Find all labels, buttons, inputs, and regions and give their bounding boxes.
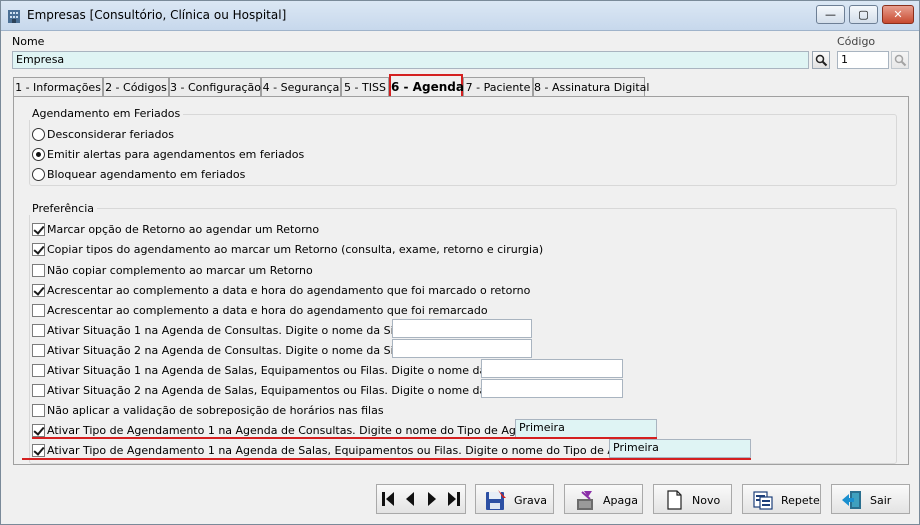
radio-label: Bloquear agendamento em feriados	[47, 168, 246, 181]
agenda-panel: Agendamento em Feriados Desconsiderar fe…	[13, 96, 909, 465]
checkbox-label: Copiar tipos do agendamento ao marcar um…	[47, 243, 544, 256]
title-bar: Empresas [Consultório, Clínica ou Hospit…	[1, 1, 919, 31]
previous-icon	[406, 492, 414, 506]
tab-seguranca[interactable]: 4 - Segurança	[261, 77, 341, 96]
checkbox[interactable]	[32, 424, 45, 437]
situacao-2-salas-input[interactable]	[481, 379, 623, 398]
tab-paciente[interactable]: 7 - Paciente	[463, 77, 533, 96]
window-title: Empresas [Consultório, Clínica ou Hospit…	[27, 8, 287, 22]
next-icon	[428, 492, 436, 506]
repete-label: Repete	[781, 494, 820, 507]
repete-button[interactable]: Repete	[742, 484, 821, 514]
last-icon	[448, 492, 460, 506]
nome-field[interactable]: Empresa	[12, 51, 809, 69]
tab-codigos[interactable]: 2 - Códigos	[103, 77, 169, 96]
tipo-agendamento-salas-input[interactable]: Primeira	[609, 439, 751, 458]
next-record-button[interactable]	[421, 485, 443, 513]
checkbox[interactable]	[32, 344, 45, 357]
radio-label: Emitir alertas para agendamentos em feri…	[47, 148, 305, 161]
checkbox[interactable]	[32, 284, 45, 297]
checkbox[interactable]	[32, 404, 45, 417]
checkbox[interactable]	[32, 324, 45, 337]
exit-icon	[842, 491, 861, 509]
checkbox-label: Não copiar complemento ao marcar um Reto…	[47, 264, 313, 277]
novo-label: Novo	[692, 494, 721, 507]
tab-assinatura-digital[interactable]: 8 - Assinatura Digital	[533, 77, 649, 96]
nome-search-button[interactable]	[812, 51, 830, 69]
minimize-button[interactable]: —	[816, 5, 845, 24]
checkbox-label: Acrescentar ao complemento a data e hora…	[47, 284, 531, 297]
checkbox-label: Não aplicar a validação de sobreposição …	[47, 404, 384, 417]
repeat-icon	[753, 491, 773, 510]
maximize-button[interactable]: ▢	[849, 5, 878, 24]
checkbox[interactable]	[32, 444, 45, 457]
checkbox-label: Ativar Situação 2 na Agenda de Salas, Eq…	[47, 384, 541, 397]
novo-button[interactable]: Novo	[653, 484, 732, 514]
preferencia-group-title: Preferência	[29, 202, 97, 215]
previous-record-button[interactable]	[399, 485, 421, 513]
situacao-1-salas-input[interactable]	[481, 359, 623, 378]
situacao-1-consultas-input[interactable]	[392, 319, 532, 338]
apaga-button[interactable]: Apaga	[564, 484, 643, 514]
apaga-label: Apaga	[603, 494, 638, 507]
record-navigator	[376, 484, 466, 514]
tab-informacoes[interactable]: 1 - Informações	[13, 77, 103, 96]
checkbox-label: Ativar Situação 1 na Agenda de Consultas…	[47, 324, 435, 337]
first-icon	[382, 492, 394, 506]
checkbox-label: Ativar Situação 1 na Agenda de Salas, Eq…	[47, 364, 541, 377]
checkbox-label: Ativar Tipo de Agendamento 1 na Agenda d…	[47, 444, 689, 457]
codigo-label: Código	[837, 35, 876, 48]
checkbox[interactable]	[32, 243, 45, 256]
checkbox-label: Ativar Tipo de Agendamento 1 na Agenda d…	[47, 424, 583, 437]
checkbox[interactable]	[32, 264, 45, 277]
nome-label: Nome	[12, 35, 45, 48]
first-record-button[interactable]	[377, 485, 399, 513]
checkbox[interactable]	[32, 304, 45, 317]
save-icon	[486, 490, 506, 510]
checkbox-label: Acrescentar ao complemento a data e hora…	[47, 304, 488, 317]
radio-button[interactable]	[32, 148, 45, 161]
search-icon	[894, 54, 907, 67]
sair-label: Sair	[870, 494, 892, 507]
tab-configuracao[interactable]: 3 - Configuração	[169, 77, 261, 96]
feriados-group-title: Agendamento em Feriados	[29, 107, 184, 120]
delete-icon	[577, 491, 593, 510]
empresas-window: Empresas [Consultório, Clínica ou Hospit…	[0, 0, 920, 525]
highlight-underline	[22, 458, 751, 460]
grava-label: Grava	[514, 494, 548, 507]
tipo-agendamento-consultas-input[interactable]: Primeira	[515, 419, 657, 438]
grava-button[interactable]: Grava	[475, 484, 554, 514]
radio-button[interactable]	[32, 168, 45, 181]
codigo-search-button[interactable]	[891, 51, 909, 69]
tab-agenda[interactable]: 6 - Agenda	[389, 74, 464, 97]
radio-label: Desconsiderar feriados	[47, 128, 174, 141]
checkbox-label: Marcar opção de Retorno ao agendar um Re…	[47, 223, 320, 236]
checkbox[interactable]	[32, 364, 45, 377]
checkbox[interactable]	[32, 223, 45, 236]
search-icon	[815, 54, 828, 67]
checkbox-label: Ativar Situação 2 na Agenda de Consultas…	[47, 344, 435, 357]
codigo-field[interactable]: 1	[837, 51, 889, 69]
checkbox[interactable]	[32, 384, 45, 397]
highlight-underline	[32, 437, 657, 439]
last-record-button[interactable]	[443, 485, 465, 513]
situacao-2-consultas-input[interactable]	[392, 339, 532, 358]
sair-button[interactable]: Sair	[831, 484, 910, 514]
radio-button[interactable]	[32, 128, 45, 141]
tab-tiss[interactable]: 5 - TISS	[341, 77, 389, 96]
new-document-icon	[667, 490, 682, 510]
close-button[interactable]: ✕	[882, 5, 914, 24]
building-icon	[8, 10, 20, 23]
